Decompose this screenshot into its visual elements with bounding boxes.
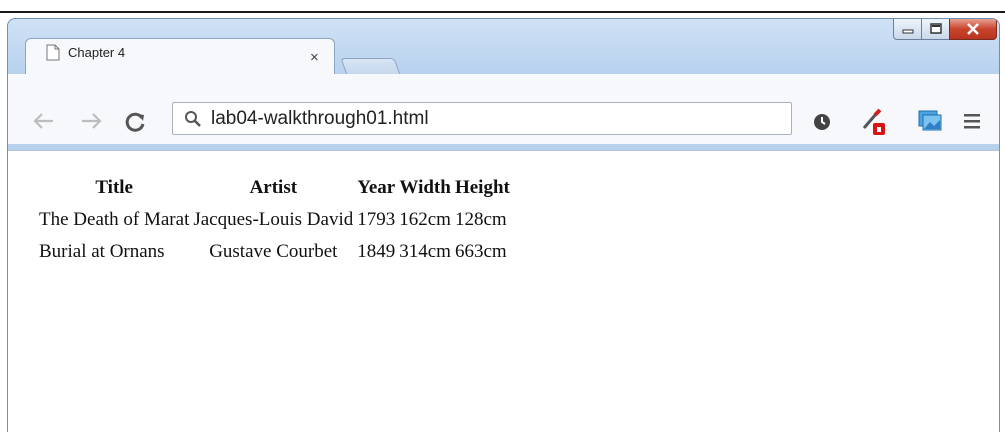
forward-arrow-icon[interactable]	[80, 112, 102, 130]
tab-close-button[interactable]: ×	[310, 49, 319, 66]
tab-title: Chapter 4	[68, 45, 126, 60]
maximize-button[interactable]	[921, 19, 950, 40]
minimize-icon	[902, 29, 913, 34]
header-width: Width	[399, 177, 451, 198]
minimize-button[interactable]	[893, 19, 922, 40]
page-icon	[46, 44, 60, 61]
close-icon	[967, 23, 979, 35]
clock-icon[interactable]	[812, 112, 832, 132]
cell-artist: Gustave Courbet	[209, 241, 338, 262]
table-header-row: Title Artist Year Width Height	[38, 173, 511, 203]
header-title: Title	[95, 177, 133, 198]
paintings-table: Title Artist Year Width Height The Death…	[36, 171, 513, 269]
table-row: The Death of Marat Jacques-Louis David 1…	[38, 205, 511, 235]
eyedropper-icon[interactable]	[861, 106, 887, 136]
cell-year: 1793	[357, 209, 396, 230]
search-icon	[185, 111, 201, 127]
table-row: Burial at Ornans Gustave Courbet 1849 31…	[38, 237, 511, 267]
cell-year: 1849	[357, 241, 396, 262]
close-window-button[interactable]	[949, 19, 997, 40]
top-rule	[0, 11, 1005, 13]
reload-icon[interactable]	[125, 111, 147, 133]
maximize-icon	[929, 23, 942, 34]
url-text[interactable]: lab04-walkthrough01.html	[211, 108, 429, 130]
back-arrow-icon[interactable]	[33, 112, 55, 130]
window-controls	[893, 19, 997, 40]
header-artist: Artist	[249, 177, 298, 198]
cell-title: Burial at Ornans	[39, 241, 165, 262]
picture-icon[interactable]	[918, 110, 942, 132]
cell-width: 162cm	[399, 209, 451, 230]
cell-artist: Jacques-Louis David	[193, 209, 354, 230]
cell-height: 128cm	[454, 209, 507, 230]
cell-title: The Death of Marat	[39, 209, 190, 230]
header-year: Year	[357, 177, 396, 198]
header-height: Height	[454, 177, 510, 198]
cell-height: 663cm	[454, 241, 507, 262]
menu-icon[interactable]	[963, 113, 981, 129]
tab-content: Chapter 4	[46, 44, 125, 61]
cell-width: 314cm	[399, 241, 451, 262]
